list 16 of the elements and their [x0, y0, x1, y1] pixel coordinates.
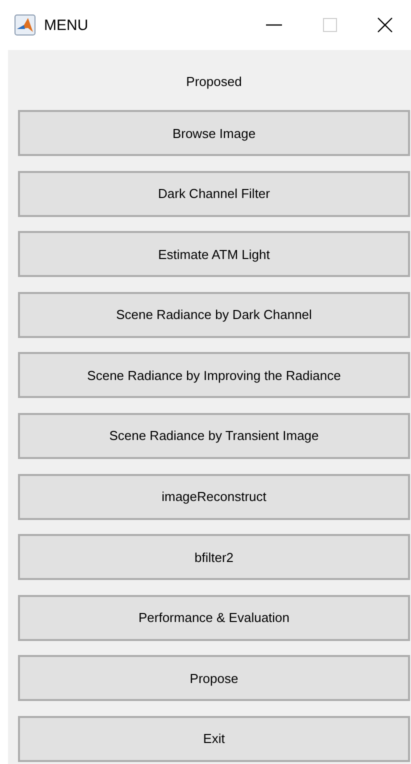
panel-heading: Proposed — [185, 73, 243, 91]
menu-button[interactable]: Exit — [18, 716, 410, 762]
menu-button[interactable]: imageReconstruct — [18, 474, 410, 520]
close-icon[interactable] — [377, 17, 393, 33]
menu-button[interactable]: Propose — [18, 655, 410, 702]
menu-button[interactable]: Estimate ATM Light — [18, 231, 410, 278]
app-icon — [14, 14, 36, 36]
menu-button[interactable]: Scene Radiance by Improving the Radiance — [18, 352, 410, 398]
maximize-icon — [323, 18, 337, 32]
menu-button[interactable]: Scene Radiance by Transient Image — [18, 412, 410, 459]
menu-button[interactable]: Browse Image — [18, 110, 410, 156]
menu-button[interactable]: Scene Radiance by Dark Channel — [18, 292, 410, 338]
menu-button[interactable]: bfilter2 — [18, 534, 410, 580]
menu-button[interactable]: Performance & Evaluation — [18, 594, 410, 641]
window-title: MENU — [44, 16, 90, 34]
menu-button[interactable]: Dark Channel Filter — [18, 170, 410, 217]
